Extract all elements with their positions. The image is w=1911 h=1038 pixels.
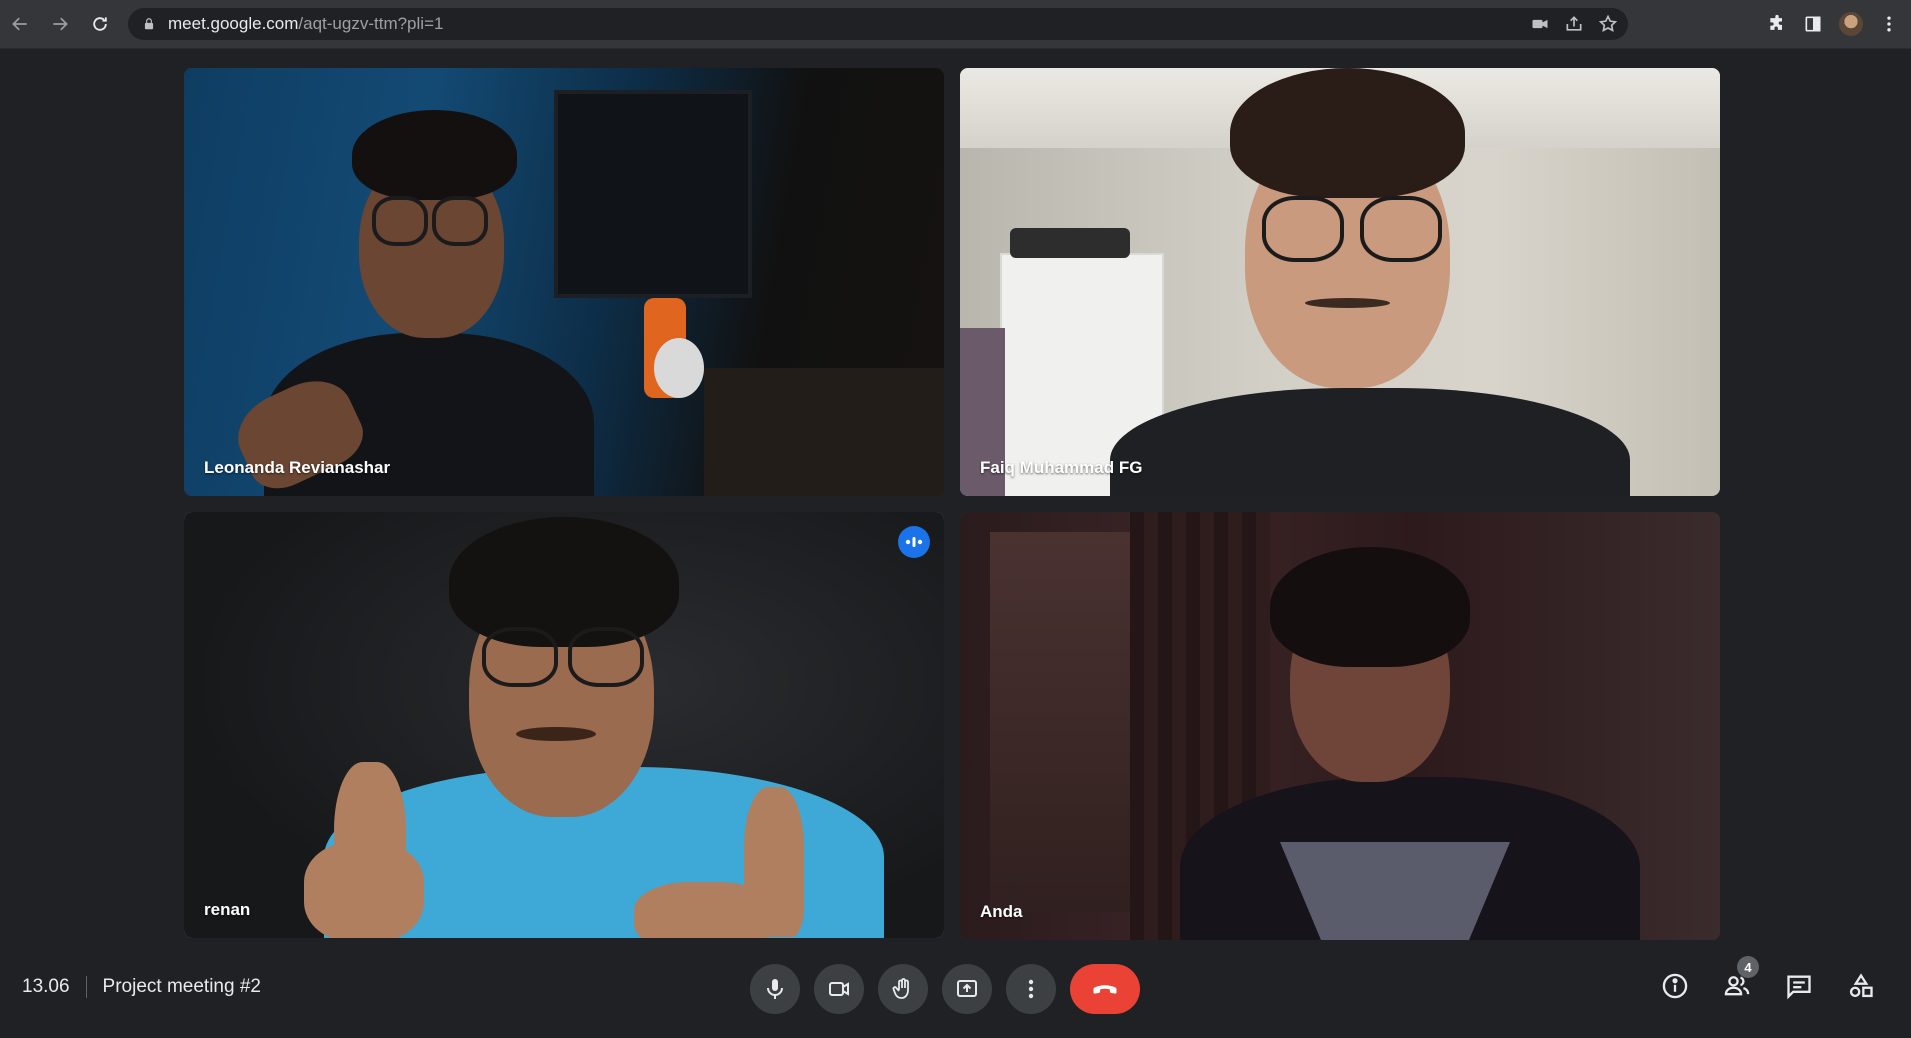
arrow-left-icon [12,17,27,31]
info-icon [1662,973,1688,999]
raise-hand-icon [892,978,909,999]
camera-in-use-icon[interactable] [1530,14,1550,34]
divider [85,976,87,998]
lock-icon [144,18,154,30]
profile-avatar[interactable] [1839,12,1863,36]
side-panel-controls: 4 [1659,956,1877,1002]
present-now-button[interactable] [942,964,992,1014]
extensions-icon[interactable] [1767,14,1787,34]
leave-call-button[interactable] [1070,964,1140,1014]
video-feed [960,68,1720,496]
back-button[interactable] [0,4,40,44]
participant-name: Anda [980,902,1023,921]
participant-name: Leonanda Revianashar [204,458,391,477]
side-panel-icon[interactable] [1803,14,1823,34]
microphone-button[interactable] [750,964,800,1014]
participant-tile-2[interactable]: Faiq Muhammad FG [960,68,1720,496]
url-text: meet.google.com/aqt-ugzv-ttm?pli=1 [168,14,443,34]
more-options-button[interactable] [1006,964,1056,1014]
more-options-icon [1028,979,1034,999]
meeting-title: Project meeting #2 [102,976,261,997]
participant-name: Faiq Muhammad FG [980,458,1143,477]
video-feed [184,68,944,496]
meeting-details-button[interactable] [1659,970,1691,1002]
call-controls [750,964,1140,1014]
participant-name: renan [204,900,251,919]
browser-toolbar: meet.google.com/aqt-ugzv-ttm?pli=1 [0,0,1911,49]
mic-icon [767,979,783,999]
raise-hand-button[interactable] [878,964,928,1014]
url-path: /aqt-ugzv-ttm?pli=1 [298,14,444,33]
participant-count-badge: 4 [1737,956,1759,978]
chrome-menu-icon[interactable] [1879,14,1899,34]
bookmark-star-icon[interactable] [1598,14,1618,34]
video-feed [184,512,944,938]
meeting-time: 13.06 [22,976,70,997]
meeting-details: 13.06 Project meeting #2 [22,976,261,998]
video-feed [960,512,1720,940]
participant-tile-4[interactable]: Anda [960,512,1720,940]
camera-icon [829,982,849,996]
end-call-icon [1093,985,1117,994]
participant-tile-1[interactable]: Leonanda Revianashar [184,68,944,496]
arrow-right-icon [53,17,68,31]
camera-button[interactable] [814,964,864,1014]
reload-icon [93,17,107,31]
meeting-control-bar: 13.06 Project meeting #2 4 [0,950,1911,1038]
address-bar[interactable]: meet.google.com/aqt-ugzv-ttm?pli=1 [128,8,1628,40]
speaking-indicator-icon [898,526,930,558]
forward-button[interactable] [40,4,80,44]
url-host: meet.google.com [168,14,299,33]
share-icon[interactable] [1564,14,1584,34]
chat-icon [1787,975,1811,1000]
participant-tile-3[interactable]: renan [184,512,944,938]
activities-button[interactable] [1845,970,1877,1002]
activities-icon [1849,973,1873,998]
present-icon [957,980,977,997]
people-button[interactable]: 4 [1721,956,1759,1002]
chat-button[interactable] [1783,970,1815,1002]
reload-button[interactable] [80,4,120,44]
